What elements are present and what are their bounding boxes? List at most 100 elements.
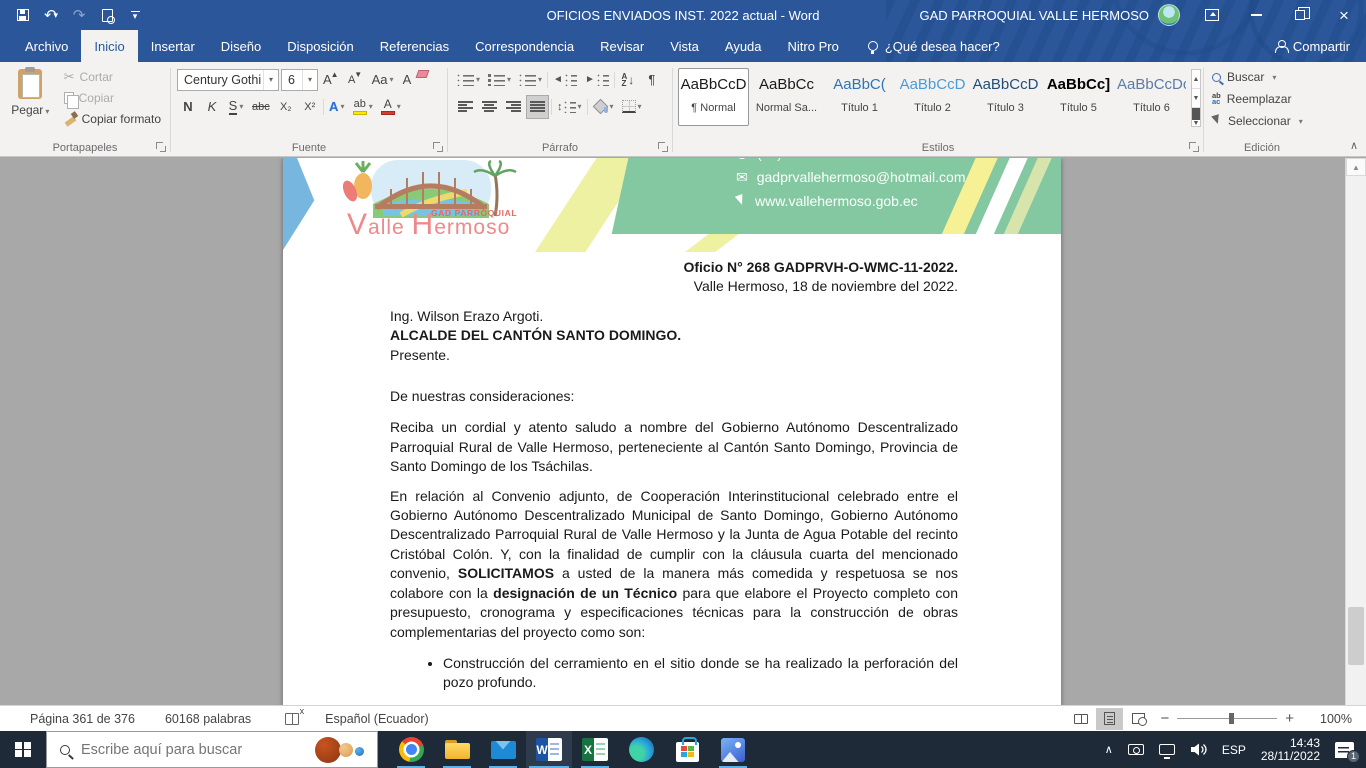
zoom-slider[interactable] <box>1177 713 1278 724</box>
taskbar-excel[interactable]: X <box>572 731 618 768</box>
taskbar-word[interactable]: W <box>526 731 572 768</box>
subscript-button[interactable]: X₂ <box>275 95 297 119</box>
scroll-up-icon[interactable]: ▲ <box>1346 158 1366 176</box>
document-page[interactable]: Valle Hermoso GAD PARROQUIAL (02)2770220… <box>283 158 1061 705</box>
tab-correspondencia[interactable]: Correspondencia <box>462 30 587 62</box>
network-tray-icon[interactable] <box>1158 744 1175 759</box>
sort-button[interactable]: A Z ↓ <box>617 68 639 92</box>
hidden-icons-chevron-icon[interactable]: ∧ <box>1105 743 1113 756</box>
font-color-button[interactable]: A <box>378 95 404 119</box>
justify-button[interactable] <box>526 94 549 119</box>
customize-qat-button[interactable]: ▾ <box>122 2 148 28</box>
clear-formatting-button[interactable]: A <box>399 68 421 92</box>
style-normal[interactable]: AaBbCcD ¶ Normal <box>678 68 749 126</box>
find-button[interactable]: Buscar <box>1208 66 1316 88</box>
keyboard-language[interactable]: ESP <box>1222 743 1246 757</box>
highlight-color-button[interactable]: ab <box>350 95 376 119</box>
close-button[interactable]: × <box>1322 0 1366 30</box>
read-mode-button[interactable] <box>1067 708 1094 730</box>
tab-vista[interactable]: Vista <box>657 30 712 62</box>
zoom-in-button[interactable]: + <box>1277 710 1302 727</box>
italic-button[interactable]: K <box>201 95 223 119</box>
text-effects-button[interactable]: A <box>326 95 348 119</box>
ribbon-display-options-button[interactable] <box>1190 0 1234 30</box>
paragraph-dialog-launcher-icon[interactable] <box>658 142 668 152</box>
scrollbar-thumb[interactable] <box>1348 606 1364 665</box>
shading-button[interactable] <box>590 95 617 119</box>
tell-me-box[interactable]: ¿Qué desea hacer? <box>867 30 1000 62</box>
font-dialog-launcher-icon[interactable] <box>433 142 443 152</box>
tab-referencias[interactable]: Referencias <box>367 30 462 62</box>
align-right-button[interactable] <box>502 95 524 119</box>
bullets-button[interactable] <box>454 68 483 92</box>
borders-button[interactable] <box>619 95 645 119</box>
start-button[interactable] <box>0 731 46 768</box>
zoom-percentage[interactable]: 100% <box>1314 712 1352 726</box>
search-input[interactable] <box>81 741 377 758</box>
taskbar-search-box[interactable] <box>46 731 378 768</box>
styles-scroll-up-icon[interactable]: ▲ <box>1192 70 1200 89</box>
proofing-status-icon[interactable] <box>285 706 304 725</box>
zoom-slider-thumb[interactable] <box>1229 713 1235 724</box>
numbering-button[interactable] <box>485 68 514 92</box>
align-left-button[interactable] <box>454 95 476 119</box>
page-indicator[interactable]: Página 361 de 376 <box>30 712 135 726</box>
copy-button[interactable]: Copiar <box>59 87 166 109</box>
font-size-combo[interactable]: 6 ▾ <box>281 68 318 91</box>
restore-button[interactable] <box>1278 0 1322 30</box>
styles-more-icon[interactable]: ▼ <box>1192 108 1200 127</box>
tab-archivo[interactable]: Archivo <box>12 30 81 62</box>
underline-button[interactable]: S <box>225 95 247 119</box>
clipboard-dialog-launcher-icon[interactable] <box>156 142 166 152</box>
save-button[interactable] <box>10 2 36 28</box>
taskbar-clock[interactable]: 14:43 28/11/2022 <box>1261 736 1320 763</box>
tab-inicio[interactable]: Inicio <box>81 30 138 62</box>
print-layout-button[interactable] <box>1096 707 1124 730</box>
tab-insertar[interactable]: Insertar <box>138 30 208 62</box>
taskbar-mail[interactable] <box>480 731 526 768</box>
share-button[interactable]: Compartir <box>1274 30 1366 62</box>
styles-dialog-launcher-icon[interactable] <box>1189 142 1199 152</box>
shrink-font-button[interactable]: A ▼ <box>345 68 367 92</box>
line-spacing-button[interactable]: ↕ <box>554 95 585 119</box>
cut-button[interactable]: ✂ Cortar <box>59 66 166 87</box>
style-titulo-3[interactable]: AaBbCcD Título 3 <box>970 68 1041 126</box>
language-indicator[interactable]: Español (Ecuador) <box>325 712 429 726</box>
select-button[interactable]: Seleccionar <box>1208 110 1316 132</box>
redo-button[interactable]: ↷ <box>66 2 92 28</box>
speaker-icon[interactable] <box>1190 743 1207 756</box>
tab-nitro-pro[interactable]: Nitro Pro <box>775 30 852 62</box>
style-titulo-6[interactable]: AaBbCcDc Título 6 <box>1116 68 1187 126</box>
paste-button[interactable]: Pegar <box>4 66 57 117</box>
tab-revisar[interactable]: Revisar <box>587 30 657 62</box>
taskbar-file-explorer[interactable] <box>434 731 480 768</box>
style-titulo-2[interactable]: AaBbCcD Título 2 <box>897 68 968 126</box>
decrease-indent-button[interactable]: ◄ <box>550 68 580 92</box>
styles-scroll-down-icon[interactable]: ▼ <box>1192 89 1200 108</box>
print-preview-button[interactable] <box>94 2 120 28</box>
bold-button[interactable]: N <box>177 95 199 119</box>
align-center-button[interactable] <box>478 95 500 119</box>
taskbar-edge[interactable] <box>618 731 664 768</box>
superscript-button[interactable]: X² <box>299 95 321 119</box>
format-painter-button[interactable]: Copiar formato <box>59 108 166 129</box>
minimize-button[interactable] <box>1234 0 1278 30</box>
style-normal-sa[interactable]: AaBbCc Normal Sa... <box>751 68 822 126</box>
style-titulo-1[interactable]: AaBbC( Título 1 <box>824 68 895 126</box>
taskbar-store[interactable] <box>664 731 710 768</box>
show-paragraph-marks-button[interactable]: ¶ <box>641 68 663 92</box>
tab-ayuda[interactable]: Ayuda <box>712 30 775 62</box>
account-area[interactable]: GAD PARROQUIAL VALLE HERMOSO <box>920 4 1180 26</box>
web-layout-button[interactable] <box>1125 708 1152 730</box>
word-count[interactable]: 60168 palabras <box>165 712 251 726</box>
account-avatar[interactable] <box>1158 4 1180 26</box>
collapse-ribbon-icon[interactable]: ∧ <box>1350 139 1358 152</box>
taskbar-photos[interactable] <box>710 731 756 768</box>
zoom-out-button[interactable]: − <box>1152 710 1177 727</box>
undo-button[interactable]: ↶ ▾ <box>38 2 64 28</box>
tab-disposicion[interactable]: Disposición <box>274 30 366 62</box>
font-name-combo[interactable]: Century Gothi ▾ <box>177 68 279 91</box>
screen-snip-tray-icon[interactable] <box>1127 744 1144 755</box>
replace-button[interactable]: ab ac Reemplazar <box>1208 88 1316 110</box>
multilevel-list-button[interactable] <box>516 68 545 92</box>
